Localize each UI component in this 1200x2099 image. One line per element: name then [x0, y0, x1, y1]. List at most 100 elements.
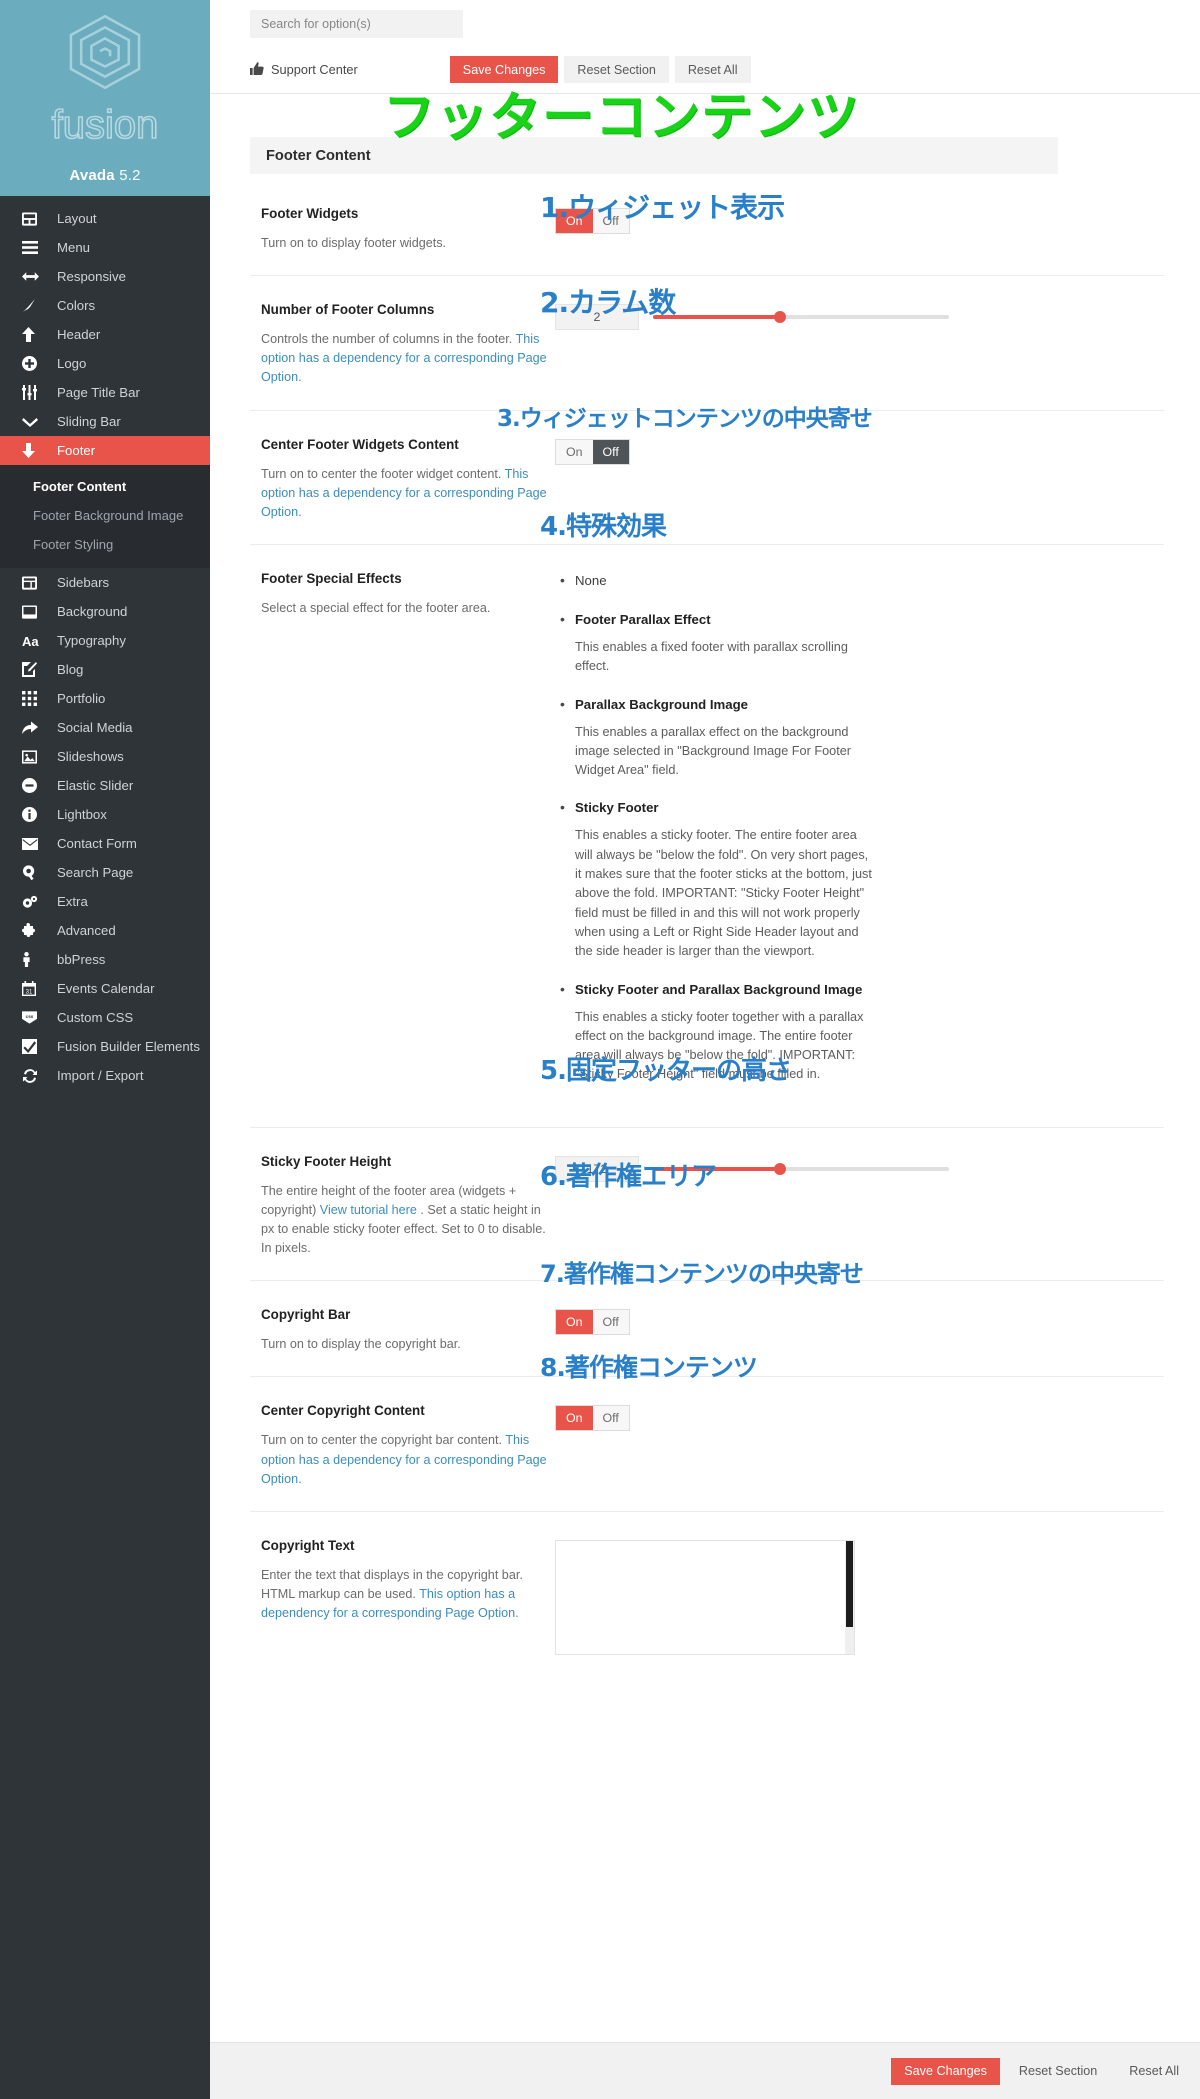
sidebar-item-fusion-builder-elements[interactable]: Fusion Builder Elements: [0, 1032, 210, 1061]
sidebar-item-logo[interactable]: Logo: [0, 349, 210, 378]
effect-name: Parallax Background Image: [575, 696, 748, 712]
copyright-text-input[interactable]: [555, 1539, 855, 1655]
toggle-off-option[interactable]: Off: [592, 1406, 629, 1431]
option-title: Copyright Bar: [261, 1307, 351, 1323]
arrows-horizontal-icon: [22, 269, 44, 285]
search-input[interactable]: [250, 10, 463, 38]
css-icon: css: [22, 1010, 44, 1026]
brand-header: fusion Avada 5.2: [0, 0, 210, 196]
annotation-1: 1.ウィジェット表示: [540, 191, 785, 224]
sidebar-subitem-footer-styling[interactable]: Footer Styling: [0, 530, 210, 559]
sidebar-item-label: Footer: [57, 443, 96, 458]
effect-name: None: [575, 572, 607, 588]
sidebar-subitem-footer-content[interactable]: Footer Content: [0, 472, 210, 501]
sidebar-item-layout[interactable]: Layout: [0, 204, 210, 233]
sidebar-item-extra[interactable]: Extra: [0, 887, 210, 916]
sidebar-icon: [22, 575, 44, 591]
option-description: Turn on to display footer widgets.: [261, 236, 447, 250]
option-control: [555, 1538, 1164, 1660]
sidebar-item-custom-css[interactable]: css Custom CSS: [0, 1003, 210, 1032]
sidebar-item-background[interactable]: Background: [0, 597, 210, 626]
sidebar-item-page-title-bar[interactable]: Page Title Bar: [0, 378, 210, 407]
sidebar-subitem-label: Footer Content: [33, 479, 127, 494]
sidebar-item-menu[interactable]: Menu: [0, 233, 210, 262]
sidebar-item-responsive[interactable]: Responsive: [0, 262, 210, 291]
sidebar-item-label: Background: [57, 604, 128, 619]
reset-section-button-bottom[interactable]: Reset Section: [1005, 2057, 1111, 2085]
section-title: Footer Content: [266, 147, 371, 164]
toggle-on-option[interactable]: On: [556, 1310, 593, 1335]
arrow-up-icon: [22, 327, 44, 343]
sidebar-item-header[interactable]: Header: [0, 320, 210, 349]
copyright-textarea-wrapper: [555, 1539, 855, 1660]
sidebar-item-label: bbPress: [57, 952, 106, 967]
toggle-on-option[interactable]: On: [556, 1406, 593, 1431]
chevron-down-icon: [22, 414, 44, 430]
annotation-4: 4.特殊効果: [540, 512, 667, 542]
layout-icon: [22, 211, 44, 227]
option-row-special-effects: Footer Special Effects Select a special …: [250, 545, 1164, 1128]
view-tutorial-link[interactable]: View tutorial here: [320, 1203, 417, 1217]
option-title: Number of Footer Columns: [261, 302, 435, 318]
sidebar-item-typography[interactable]: Aa Typography: [0, 626, 210, 655]
toggle-off-option[interactable]: Off: [592, 1310, 629, 1335]
sidebar-item-portfolio[interactable]: Portfolio: [0, 684, 210, 713]
option-description: The entire height of the footer area (wi…: [261, 1182, 555, 1259]
effect-name: Sticky Footer and Parallax Background Im…: [575, 981, 863, 997]
plus-circle-icon: [22, 356, 44, 372]
sidebar-item-events-calendar[interactable]: 31 Events Calendar: [0, 974, 210, 1003]
sidebar-item-elastic-slider[interactable]: Elastic Slider: [0, 771, 210, 800]
slider-knob[interactable]: [774, 311, 787, 324]
sidebar-item-advanced[interactable]: Advanced: [0, 916, 210, 945]
sidebar-item-blog[interactable]: Blog: [0, 655, 210, 684]
check-square-icon: [22, 1039, 44, 1055]
info-circle-icon: [22, 807, 44, 823]
effect-name: Footer Parallax Effect: [575, 611, 711, 627]
search-icon: [22, 865, 44, 881]
toggle-on-option[interactable]: On: [556, 439, 593, 464]
sidebar-item-sliding-bar[interactable]: Sliding Bar: [0, 407, 210, 436]
sidebar-item-footer[interactable]: Footer: [0, 436, 219, 465]
sidebar-item-lightbox[interactable]: Lightbox: [0, 800, 210, 829]
sidebar-subitem-footer-background-image[interactable]: Footer Background Image: [0, 501, 210, 530]
effect-description: This enables a parallax effect on the ba…: [575, 724, 852, 778]
reset-all-button-bottom[interactable]: Reset All: [1116, 2057, 1192, 2085]
sidebar-item-label: Portfolio: [57, 691, 106, 706]
sidebar-item-label: Events Calendar: [57, 981, 155, 996]
minus-circle-icon: [22, 778, 44, 794]
textarea-scrollbar[interactable]: [845, 1540, 854, 1654]
center-copyright-toggle[interactable]: On Off: [555, 1405, 630, 1432]
center-widgets-toggle[interactable]: On Off: [555, 438, 630, 465]
sidebar-item-social-media[interactable]: Social Media: [0, 713, 210, 742]
arrow-down-icon: [22, 443, 44, 459]
sidebar-item-import-export[interactable]: Import / Export: [0, 1061, 210, 1090]
sidebar-item-sidebars[interactable]: Sidebars: [0, 568, 210, 597]
sidebar-item-label: Search Page: [57, 865, 134, 880]
image-icon: [22, 749, 44, 765]
support-center-link[interactable]: Support Center: [250, 61, 358, 78]
sidebar-item-contact-form[interactable]: Contact Form: [0, 829, 210, 858]
sidebar-item-label: Social Media: [57, 720, 133, 735]
scrollbar-thumb[interactable]: [846, 1540, 853, 1627]
sidebar-item-search-page[interactable]: Search Page: [0, 858, 210, 887]
sidebar-item-bbpress[interactable]: bbPress: [0, 945, 210, 974]
sidebar-item-label: Import / Export: [57, 1068, 144, 1083]
save-changes-button-bottom[interactable]: Save Changes: [891, 2057, 1000, 2085]
pencil-square-icon: [22, 662, 44, 678]
list-item: Footer Parallax Effect This enables a fi…: [560, 611, 1164, 677]
person-icon: [22, 952, 44, 968]
brush-icon: [22, 298, 44, 314]
toggle-off-option[interactable]: Off: [592, 439, 629, 464]
slider-knob[interactable]: [774, 1162, 787, 1175]
option-label-group: Center Footer Widgets Content Turn on to…: [250, 437, 555, 522]
option-title: Footer Special Effects: [261, 570, 402, 586]
fusion-logo-icon: [62, 12, 148, 92]
sidebar-item-slideshows[interactable]: Slideshows: [0, 742, 210, 771]
sidebar-item-label: Sidebars: [57, 575, 110, 590]
share-arrow-icon: [22, 720, 44, 736]
copyright-bar-toggle[interactable]: On Off: [555, 1309, 630, 1336]
footer-columns-slider[interactable]: [653, 311, 949, 324]
sidebar-item-colors[interactable]: Colors: [0, 291, 210, 320]
option-description: Enter the text that displays in the copy…: [261, 1566, 555, 1623]
option-row-footer-columns: Number of Footer Columns Controls the nu…: [250, 276, 1164, 411]
